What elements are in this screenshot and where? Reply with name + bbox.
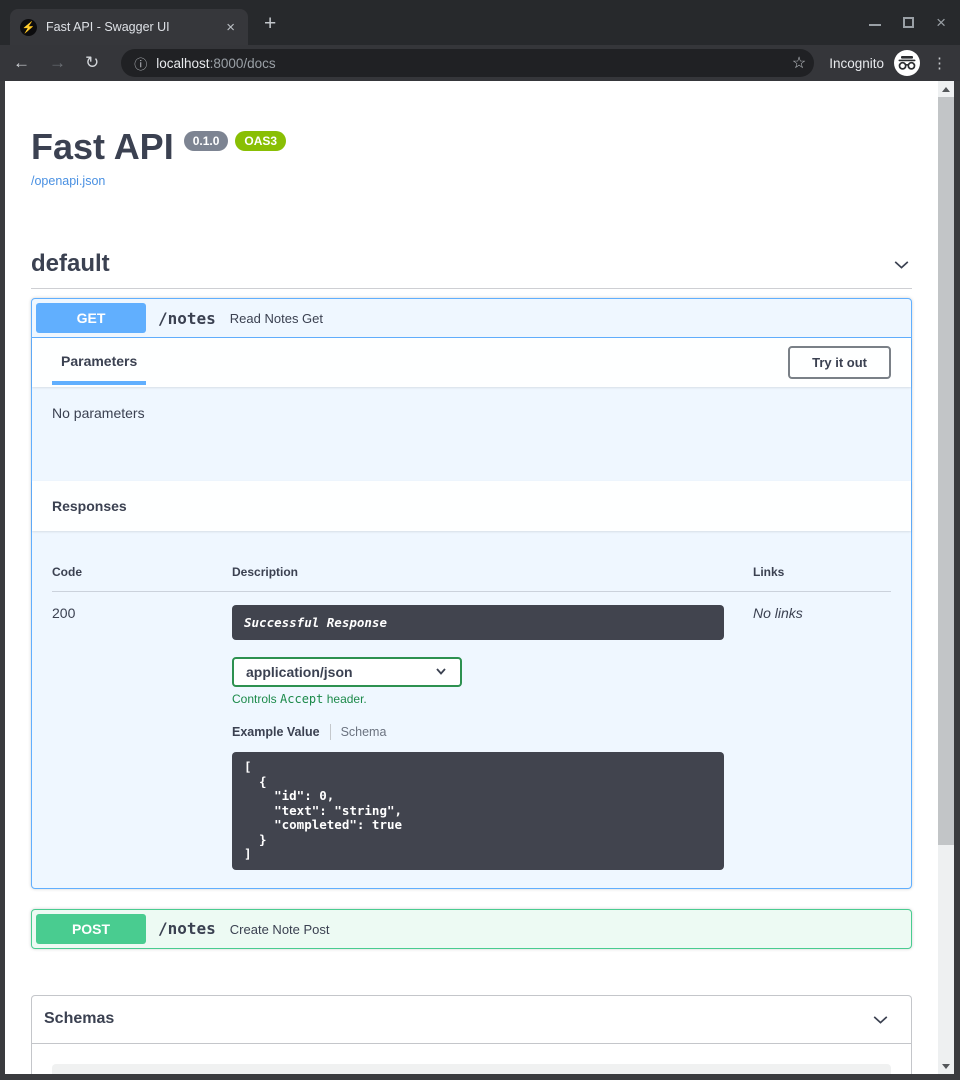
- post-notes-summary[interactable]: POST /notes Create Note Post: [32, 910, 911, 948]
- default-section-title: default: [31, 250, 110, 278]
- responses-table-header: Code Description Links: [52, 555, 891, 592]
- tab-example-value[interactable]: Example Value: [232, 725, 320, 739]
- post-summary-text: Create Note Post: [230, 921, 330, 937]
- maximize-button[interactable]: [903, 17, 914, 28]
- post-path: /notes: [158, 919, 216, 938]
- schemas-title: Schemas: [44, 1010, 114, 1028]
- address-bar[interactable]: ⓘ localhost:8000/docs ☆: [121, 49, 814, 77]
- url-text: localhost:8000/docs: [156, 56, 275, 71]
- parameters-header: Parameters Try it out: [32, 338, 911, 387]
- tab-parameters[interactable]: Parameters: [52, 338, 146, 387]
- response-links: No links: [753, 605, 891, 870]
- try-it-out-button[interactable]: Try it out: [788, 346, 891, 379]
- select-chevron-icon: [434, 664, 448, 681]
- tab-schema[interactable]: Schema: [341, 725, 387, 739]
- media-type-value: application/json: [246, 664, 353, 680]
- scroll-up-icon[interactable]: [938, 81, 954, 97]
- opblock-post-notes: POST /notes Create Note Post: [31, 909, 912, 949]
- get-summary-text: Read Notes Get: [230, 310, 323, 326]
- col-header-links: Links: [753, 565, 891, 579]
- oas3-badge: OAS3: [235, 131, 286, 151]
- browser-tab[interactable]: ⚡ Fast API - Swagger UI ×: [10, 9, 248, 45]
- schemas-chevron-down-icon[interactable]: [870, 1009, 891, 1030]
- reload-icon[interactable]: ↻: [85, 53, 99, 73]
- schemas-section: Schemas Note ›: [31, 995, 912, 1075]
- openapi-spec-link[interactable]: /openapi.json: [31, 174, 105, 188]
- post-method-button[interactable]: POST: [36, 914, 146, 944]
- get-method-button[interactable]: GET: [36, 303, 146, 333]
- url-host: localhost: [156, 56, 209, 71]
- new-tab-button[interactable]: +: [264, 13, 276, 34]
- url-path: :8000/docs: [210, 56, 276, 71]
- responses-header: Responses: [32, 481, 911, 531]
- table-row: 200 Successful Response application/json…: [52, 592, 891, 870]
- get-path: /notes: [158, 309, 216, 328]
- schemas-header[interactable]: Schemas: [32, 996, 911, 1044]
- back-icon[interactable]: ←: [13, 53, 30, 73]
- scrollbar-thumb[interactable]: [938, 97, 954, 845]
- version-badge: 0.1.0: [184, 131, 229, 151]
- fastapi-favicon-icon: ⚡: [20, 19, 37, 36]
- browser-toolbar: ← → ↻ ⓘ localhost:8000/docs ☆ Incognito …: [0, 45, 960, 81]
- no-parameters-text: No parameters: [52, 405, 145, 421]
- tab-strip: ⚡ Fast API - Swagger UI × + ×: [0, 0, 960, 45]
- page-viewport: Fast API 0.1.0 OAS3 /openapi.json defaul…: [5, 81, 938, 1074]
- incognito-icon: [894, 50, 920, 76]
- response-description: Successful Response: [232, 605, 724, 640]
- window-close-button[interactable]: ×: [936, 15, 946, 30]
- bookmark-star-icon[interactable]: ☆: [792, 53, 806, 73]
- forward-icon[interactable]: →: [49, 53, 66, 73]
- default-section-header[interactable]: default: [31, 250, 912, 289]
- get-notes-summary[interactable]: GET /notes Read Notes Get: [32, 299, 911, 338]
- accept-hint: Controls Accept header.: [232, 692, 724, 706]
- col-header-description: Description: [232, 565, 724, 579]
- example-schema-tabs: Example Value Schema: [232, 724, 724, 740]
- col-header-code: Code: [52, 565, 232, 579]
- browser-menu-icon[interactable]: ⋮: [932, 54, 947, 72]
- response-code: 200: [52, 605, 232, 870]
- minimize-button[interactable]: [869, 24, 881, 26]
- tab-title: Fast API - Swagger UI: [46, 20, 214, 34]
- tab-separator: [330, 724, 331, 740]
- scroll-down-icon[interactable]: [938, 1058, 954, 1074]
- window-controls: ×: [869, 14, 946, 30]
- api-title: Fast API: [31, 127, 174, 167]
- opblock-get-notes: GET /notes Read Notes Get Parameters Try…: [31, 298, 912, 889]
- page-info-icon[interactable]: ⓘ: [134, 54, 147, 73]
- tab-close-icon[interactable]: ×: [223, 19, 238, 36]
- scrollbar[interactable]: [938, 81, 954, 1074]
- model-note[interactable]: Note ›: [52, 1064, 891, 1075]
- example-json-code: [ { "id": 0, "text": "string", "complete…: [232, 752, 724, 870]
- chevron-down-icon[interactable]: [891, 254, 912, 275]
- media-type-select[interactable]: application/json: [232, 657, 462, 687]
- parameters-title: Parameters: [61, 353, 137, 369]
- incognito-label: Incognito: [829, 56, 884, 71]
- responses-title: Responses: [52, 498, 127, 514]
